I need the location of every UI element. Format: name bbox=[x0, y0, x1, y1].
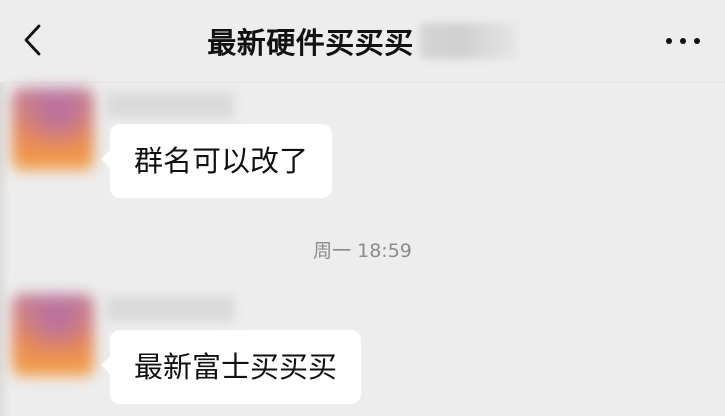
blurred-title-suffix bbox=[419, 23, 518, 59]
timestamp: 周一 18:59 bbox=[313, 240, 412, 262]
chat-title: 最新硬件买买买 bbox=[207, 26, 414, 60]
avatar[interactable] bbox=[12, 88, 94, 170]
sender-name-blurred bbox=[106, 92, 234, 118]
message-bubble[interactable]: 最新富士买买买 bbox=[100, 330, 362, 404]
message-text: 群名可以改了 bbox=[134, 144, 309, 178]
more-options-button[interactable] bbox=[663, 27, 703, 55]
avatar[interactable] bbox=[12, 294, 94, 376]
ellipsis-icon bbox=[666, 38, 700, 44]
chat-header: 最新硬件买买买 bbox=[0, 0, 725, 83]
message-bubble[interactable]: 群名可以改了 bbox=[100, 124, 333, 198]
message-text: 最新富士买买买 bbox=[134, 350, 338, 384]
sender-name-blurred bbox=[106, 296, 234, 322]
